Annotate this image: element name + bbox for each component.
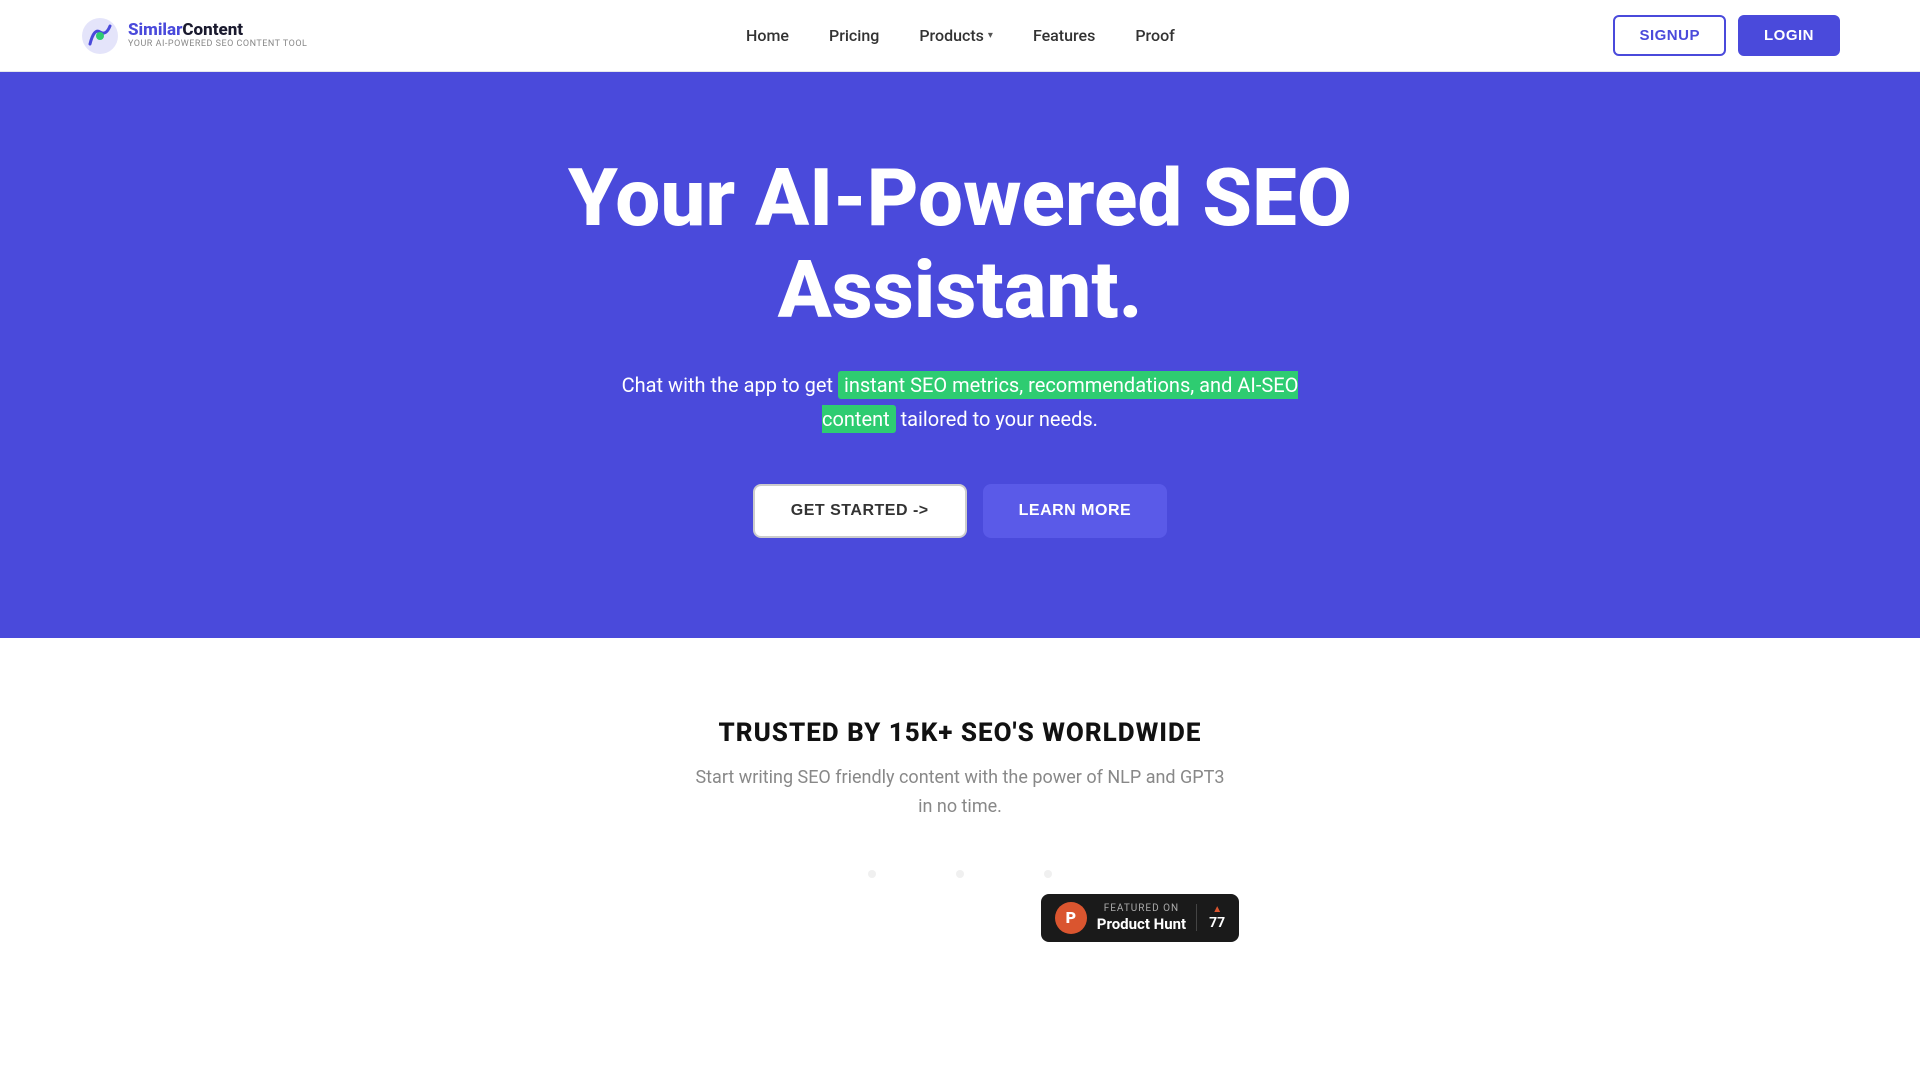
product-hunt-logo: P (1055, 902, 1087, 934)
hero-title: Your AI-Powered SEO Assistant. (510, 152, 1410, 336)
ph-featured-label: FEATURED ON (1097, 903, 1186, 915)
learn-more-button[interactable]: LEARN MORE (983, 484, 1168, 538)
ph-arrow-icon: ▲ (1212, 904, 1222, 915)
hero-actions: GET STARTED -> LEARN MORE (753, 484, 1167, 538)
ph-vote-count: 77 (1209, 915, 1225, 931)
brand-logos (40, 870, 1880, 878)
brand-dot-3 (1044, 870, 1052, 878)
brand-dot-1 (868, 870, 876, 878)
nav-link-products[interactable]: Products (919, 26, 984, 45)
hero-subtitle: Chat with the app to get instant SEO met… (610, 368, 1310, 436)
hero-subtitle-before: Chat with the app to get (622, 373, 838, 397)
get-started-button[interactable]: GET STARTED -> (753, 484, 967, 538)
trusted-subtitle: Start writing SEO friendly content with … (660, 764, 1260, 822)
trusted-title: TRUSTED BY 15K+ SEO'S WORLDWIDE (40, 718, 1880, 748)
nav-item-features[interactable]: Features (1033, 26, 1095, 45)
ph-votes: ▲ 77 (1196, 904, 1225, 931)
nav-link-home[interactable]: Home (746, 26, 789, 45)
navbar: SimilarContent YOUR AI-POWERED SEO CONTE… (0, 0, 1920, 72)
nav-item-home[interactable]: Home (746, 26, 789, 45)
hero-section: Your AI-Powered SEO Assistant. Chat with… (0, 72, 1920, 638)
logo-tagline: YOUR AI-POWERED SEO CONTENT TOOL (128, 40, 307, 50)
login-button[interactable]: LOGIN (1738, 15, 1840, 56)
nav-link-proof[interactable]: Proof (1135, 26, 1174, 45)
product-hunt-text: FEATURED ON Product Hunt (1097, 903, 1186, 933)
ph-name: Product Hunt (1097, 915, 1186, 933)
nav-links: Home Pricing Products ▾ Features Proof (746, 26, 1175, 45)
trusted-section: TRUSTED BY 15K+ SEO'S WORLDWIDE Start wr… (0, 638, 1920, 1002)
nav-link-pricing[interactable]: Pricing (829, 26, 879, 45)
nav-actions: SIGNUP LOGIN (1613, 15, 1840, 56)
brand-dot-2 (956, 870, 964, 878)
nav-item-proof[interactable]: Proof (1135, 26, 1174, 45)
product-hunt-badge[interactable]: P FEATURED ON Product Hunt ▲ 77 (1041, 894, 1239, 942)
logo: SimilarContent YOUR AI-POWERED SEO CONTE… (80, 16, 307, 56)
chevron-down-icon: ▾ (988, 30, 993, 41)
logo-similar: Similar (128, 20, 182, 40)
logo-icon (80, 16, 120, 56)
logo-content: Content (182, 20, 243, 40)
signup-button[interactable]: SIGNUP (1613, 15, 1726, 56)
hero-subtitle-after: tailored to your needs. (896, 407, 1098, 431)
nav-link-features[interactable]: Features (1033, 26, 1095, 45)
nav-item-products[interactable]: Products ▾ (919, 26, 993, 45)
nav-item-pricing[interactable]: Pricing (829, 26, 879, 45)
